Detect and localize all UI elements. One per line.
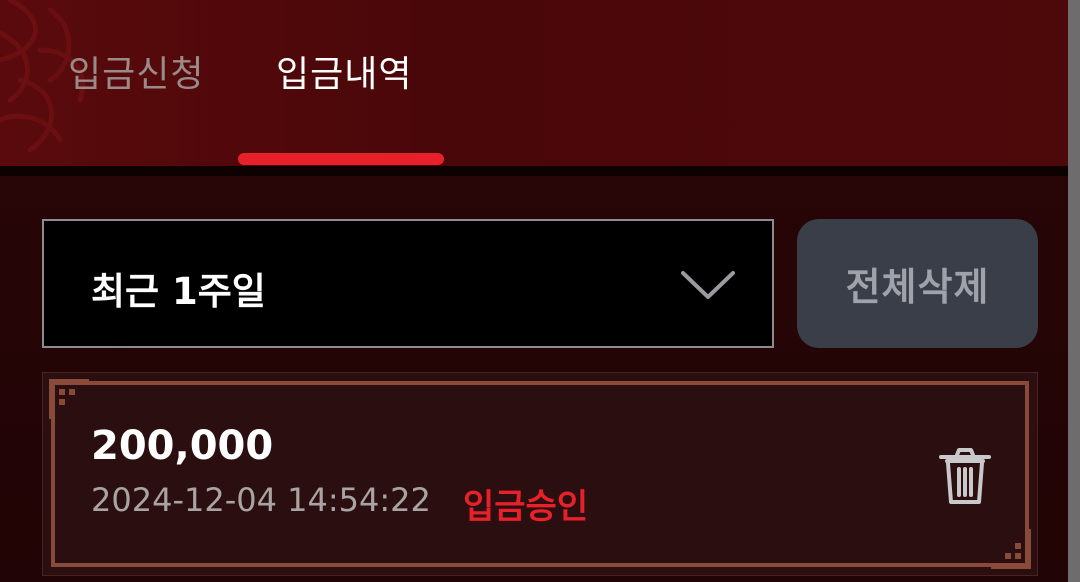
- chevron-down-icon: [681, 271, 735, 299]
- trash-icon[interactable]: [937, 447, 993, 507]
- tab-deposit-apply[interactable]: 입금신청: [68, 45, 204, 95]
- delete-all-button[interactable]: 전체삭제: [797, 219, 1038, 348]
- deposit-record-card: 200,000 2024-12-04 14:54:22 입금승인: [42, 372, 1038, 576]
- deposit-screen: 입금신청 입금내역 최근 1주일 전체삭제 200,000 2024-12-04…: [0, 0, 1080, 582]
- scrollbar[interactable]: [1068, 0, 1080, 582]
- active-tab-indicator: [238, 153, 444, 165]
- record-status-badge: 입금승인: [463, 487, 589, 527]
- record-amount: 200,000: [91, 423, 274, 469]
- record-datetime: 2024-12-04 14:54:22: [91, 481, 431, 519]
- header-divider: [0, 166, 1068, 176]
- period-select-value: 최근 1주일: [91, 270, 266, 313]
- corner-ornament-icon: [49, 379, 89, 419]
- card-frame: [51, 381, 1029, 567]
- period-select[interactable]: 최근 1주일: [42, 219, 774, 348]
- tab-deposit-history[interactable]: 입금내역: [276, 45, 412, 95]
- corner-ornament-icon: [991, 529, 1031, 569]
- tab-header: 입금신청 입금내역: [0, 0, 1068, 166]
